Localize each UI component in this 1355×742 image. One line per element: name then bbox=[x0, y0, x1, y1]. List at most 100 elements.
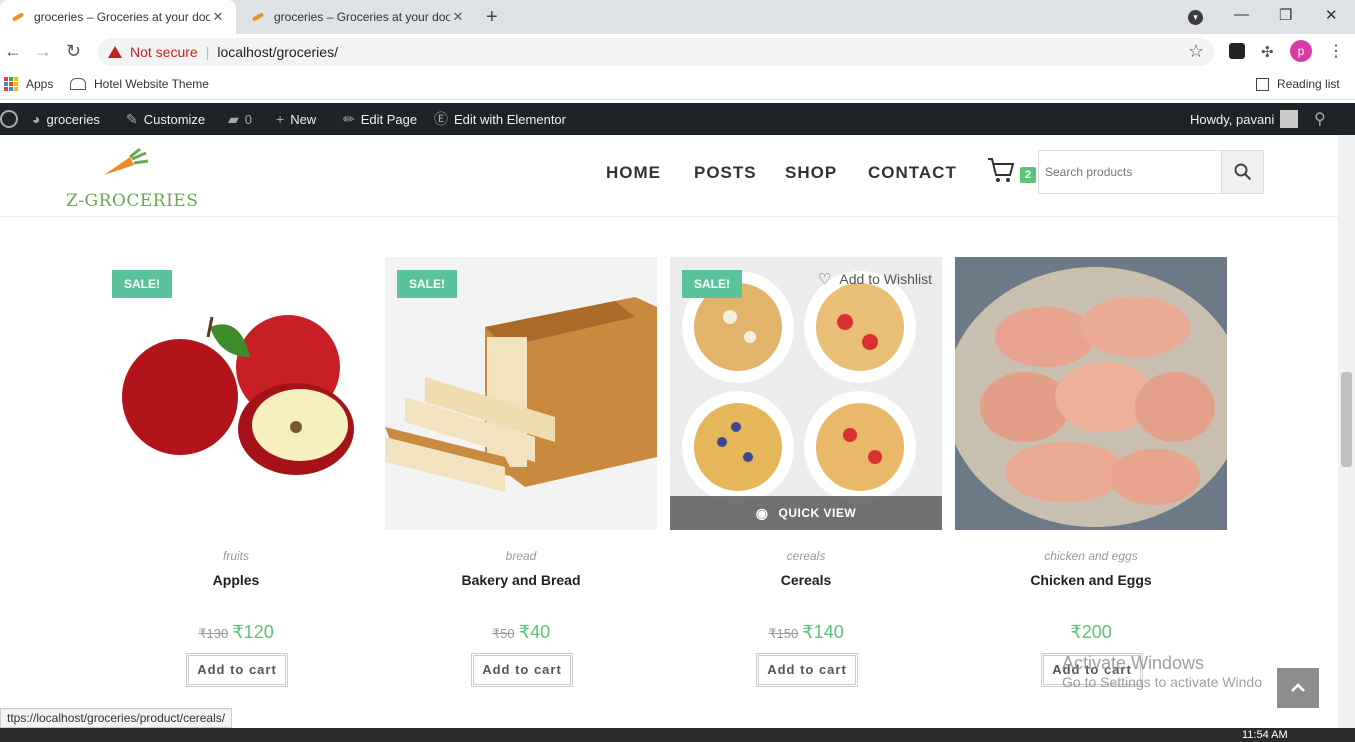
bookmark-apps[interactable]: Apps bbox=[4, 77, 53, 91]
bookmark-star-icon[interactable]: ☆ bbox=[1188, 41, 1204, 62]
product-card: chicken and eggs Chicken and Eggs ₹200 A… bbox=[955, 257, 1227, 687]
product-title[interactable]: Apples bbox=[100, 572, 372, 588]
activate-windows-watermark: Activate Windows Go to Settings to activ… bbox=[1062, 653, 1262, 690]
not-secure-label[interactable]: Not secure bbox=[130, 44, 198, 60]
plus-icon: + bbox=[276, 111, 285, 127]
new-tab-button[interactable]: + bbox=[486, 6, 498, 29]
minimize-button[interactable]: — bbox=[1234, 6, 1249, 23]
product-title[interactable]: Bakery and Bread bbox=[385, 572, 657, 588]
warning-icon bbox=[108, 46, 122, 58]
cart-count-badge: 2 bbox=[1020, 167, 1036, 183]
pencil-icon: ✏ bbox=[343, 110, 355, 127]
window-close-button[interactable]: ✕ bbox=[1325, 6, 1338, 24]
product-image[interactable]: SALE! bbox=[385, 257, 657, 530]
profile-avatar[interactable]: p bbox=[1290, 40, 1312, 62]
extension-icon[interactable] bbox=[1229, 43, 1245, 59]
carrot-logo-icon[interactable] bbox=[100, 147, 156, 179]
wp-comments[interactable]: ▰ 0 bbox=[228, 103, 252, 135]
back-button[interactable]: ← bbox=[4, 41, 22, 62]
wp-new[interactable]: + New bbox=[276, 103, 316, 135]
product-card: SALE! ♡ Add to Wishlist ◉ QUICK VIEW cer… bbox=[670, 257, 942, 687]
bookmark-hotel-theme[interactable]: Hotel Website Theme bbox=[70, 77, 209, 91]
tab-title: groceries – Groceries at your doo bbox=[34, 10, 210, 24]
sale-price: ₹140 bbox=[802, 622, 844, 642]
reload-button[interactable]: ↻ bbox=[66, 41, 81, 62]
nav-contact[interactable]: CONTACT bbox=[868, 163, 957, 183]
product-price: ₹150 ₹140 bbox=[670, 622, 942, 643]
product-category[interactable]: fruits bbox=[100, 549, 372, 563]
restore-button[interactable]: ❐ bbox=[1279, 6, 1292, 24]
tab-active[interactable]: groceries – Groceries at your doo ✕ bbox=[0, 0, 236, 34]
sale-price: ₹120 bbox=[232, 622, 274, 642]
chevron-up-icon bbox=[1291, 683, 1305, 692]
add-to-cart-button[interactable]: Add to cart bbox=[186, 653, 288, 687]
add-to-cart-button[interactable]: Add to cart bbox=[471, 653, 573, 687]
tab-inactive[interactable]: groceries – Groceries at your doo ✕ bbox=[240, 0, 476, 34]
wp-admin-bar: ◕ groceries ✎ Customize ▰ 0 + New ✏ Edit… bbox=[0, 103, 1355, 135]
product-title[interactable]: Cereals bbox=[670, 572, 942, 588]
add-to-wishlist[interactable]: ♡ Add to Wishlist bbox=[818, 270, 932, 288]
wp-elementor[interactable]: Ⓔ Edit with Elementor bbox=[434, 103, 566, 135]
sale-badge: SALE! bbox=[682, 270, 742, 298]
product-price: ₹130 ₹120 bbox=[100, 622, 372, 643]
site-favicon-icon bbox=[250, 11, 266, 23]
close-icon[interactable]: ✕ bbox=[450, 9, 466, 25]
product-category[interactable]: chicken and eggs bbox=[955, 549, 1227, 563]
wordpress-icon bbox=[0, 110, 18, 128]
sale-badge: SALE! bbox=[112, 270, 172, 298]
wp-account[interactable]: Howdy, pavani bbox=[1190, 103, 1299, 135]
windows-taskbar: 11:54 AM bbox=[0, 728, 1355, 742]
product-image[interactable]: SALE! bbox=[100, 257, 372, 530]
wishlist-label: Add to Wishlist bbox=[839, 271, 932, 287]
dashboard-icon: ◕ bbox=[32, 111, 41, 127]
site-name-label: groceries bbox=[46, 111, 100, 127]
close-icon[interactable]: ✕ bbox=[210, 9, 226, 25]
search-input[interactable] bbox=[1039, 151, 1221, 193]
scrollbar-thumb[interactable] bbox=[1341, 372, 1352, 467]
edit-page-label: Edit Page bbox=[360, 111, 418, 127]
forward-button[interactable]: → bbox=[34, 41, 52, 62]
tab-title: groceries – Groceries at your doo bbox=[274, 10, 450, 24]
nav-shop[interactable]: SHOP bbox=[785, 163, 837, 183]
product-image[interactable]: SALE! ♡ Add to Wishlist ◉ QUICK VIEW bbox=[670, 257, 942, 530]
wp-edit-page[interactable]: ✏ Edit Page bbox=[343, 103, 417, 135]
apps-grid-icon bbox=[4, 77, 18, 91]
taskbar-clock[interactable]: 11:54 AM bbox=[1242, 728, 1288, 742]
wp-site-name[interactable]: ◕ groceries bbox=[32, 103, 100, 135]
omnibox[interactable]: Not secure | localhost/groceries/ bbox=[98, 38, 1214, 66]
wp-customize[interactable]: ✎ Customize bbox=[126, 103, 205, 135]
bookmark-label: Hotel Website Theme bbox=[94, 77, 209, 91]
site-logo-text[interactable]: Z-GROCERIES bbox=[66, 191, 198, 211]
product-image[interactable] bbox=[955, 257, 1227, 530]
heart-icon: ♡ bbox=[817, 271, 832, 288]
puzzle-icon[interactable]: ✣ bbox=[1261, 43, 1277, 61]
customize-label: Customize bbox=[143, 111, 206, 127]
elementor-icon: Ⓔ bbox=[434, 111, 448, 127]
divider: | bbox=[205, 44, 210, 60]
tab-search-icon[interactable]: ▾ bbox=[1188, 10, 1203, 25]
search-icon: ⚲ bbox=[1314, 111, 1326, 128]
page-scrollbar[interactable] bbox=[1338, 135, 1355, 728]
reading-list-icon bbox=[1256, 77, 1269, 91]
url-text[interactable]: localhost/groceries/ bbox=[217, 44, 338, 60]
product-card: SALE! bread Bakery and Bread ₹50 ₹40 Add … bbox=[385, 257, 657, 687]
cart-icon[interactable] bbox=[986, 155, 1016, 185]
product-category[interactable]: cereals bbox=[670, 549, 942, 563]
scroll-to-top-button[interactable] bbox=[1277, 668, 1319, 708]
reading-list[interactable]: Reading list bbox=[1256, 77, 1340, 91]
nav-home[interactable]: HOME bbox=[606, 163, 661, 183]
comment-icon: ▰ bbox=[228, 110, 239, 127]
search-button[interactable] bbox=[1221, 151, 1263, 193]
comments-count: 0 bbox=[244, 111, 253, 127]
site-header: Z-GROCERIES HOME POSTS SHOP CONTACT 2 bbox=[0, 135, 1338, 217]
wp-search[interactable]: ⚲ bbox=[1314, 103, 1332, 135]
menu-kebab-icon[interactable]: ⋮ bbox=[1328, 41, 1344, 61]
sale-price: ₹40 bbox=[518, 622, 551, 642]
wp-logo-menu[interactable] bbox=[0, 103, 24, 135]
nav-posts[interactable]: POSTS bbox=[694, 163, 757, 183]
product-title[interactable]: Chicken and Eggs bbox=[955, 572, 1227, 588]
quick-view-button[interactable]: ◉ QUICK VIEW bbox=[670, 496, 942, 530]
product-category[interactable]: bread bbox=[385, 549, 657, 563]
old-price: ₹130 bbox=[198, 626, 229, 641]
add-to-cart-button[interactable]: Add to cart bbox=[756, 653, 858, 687]
